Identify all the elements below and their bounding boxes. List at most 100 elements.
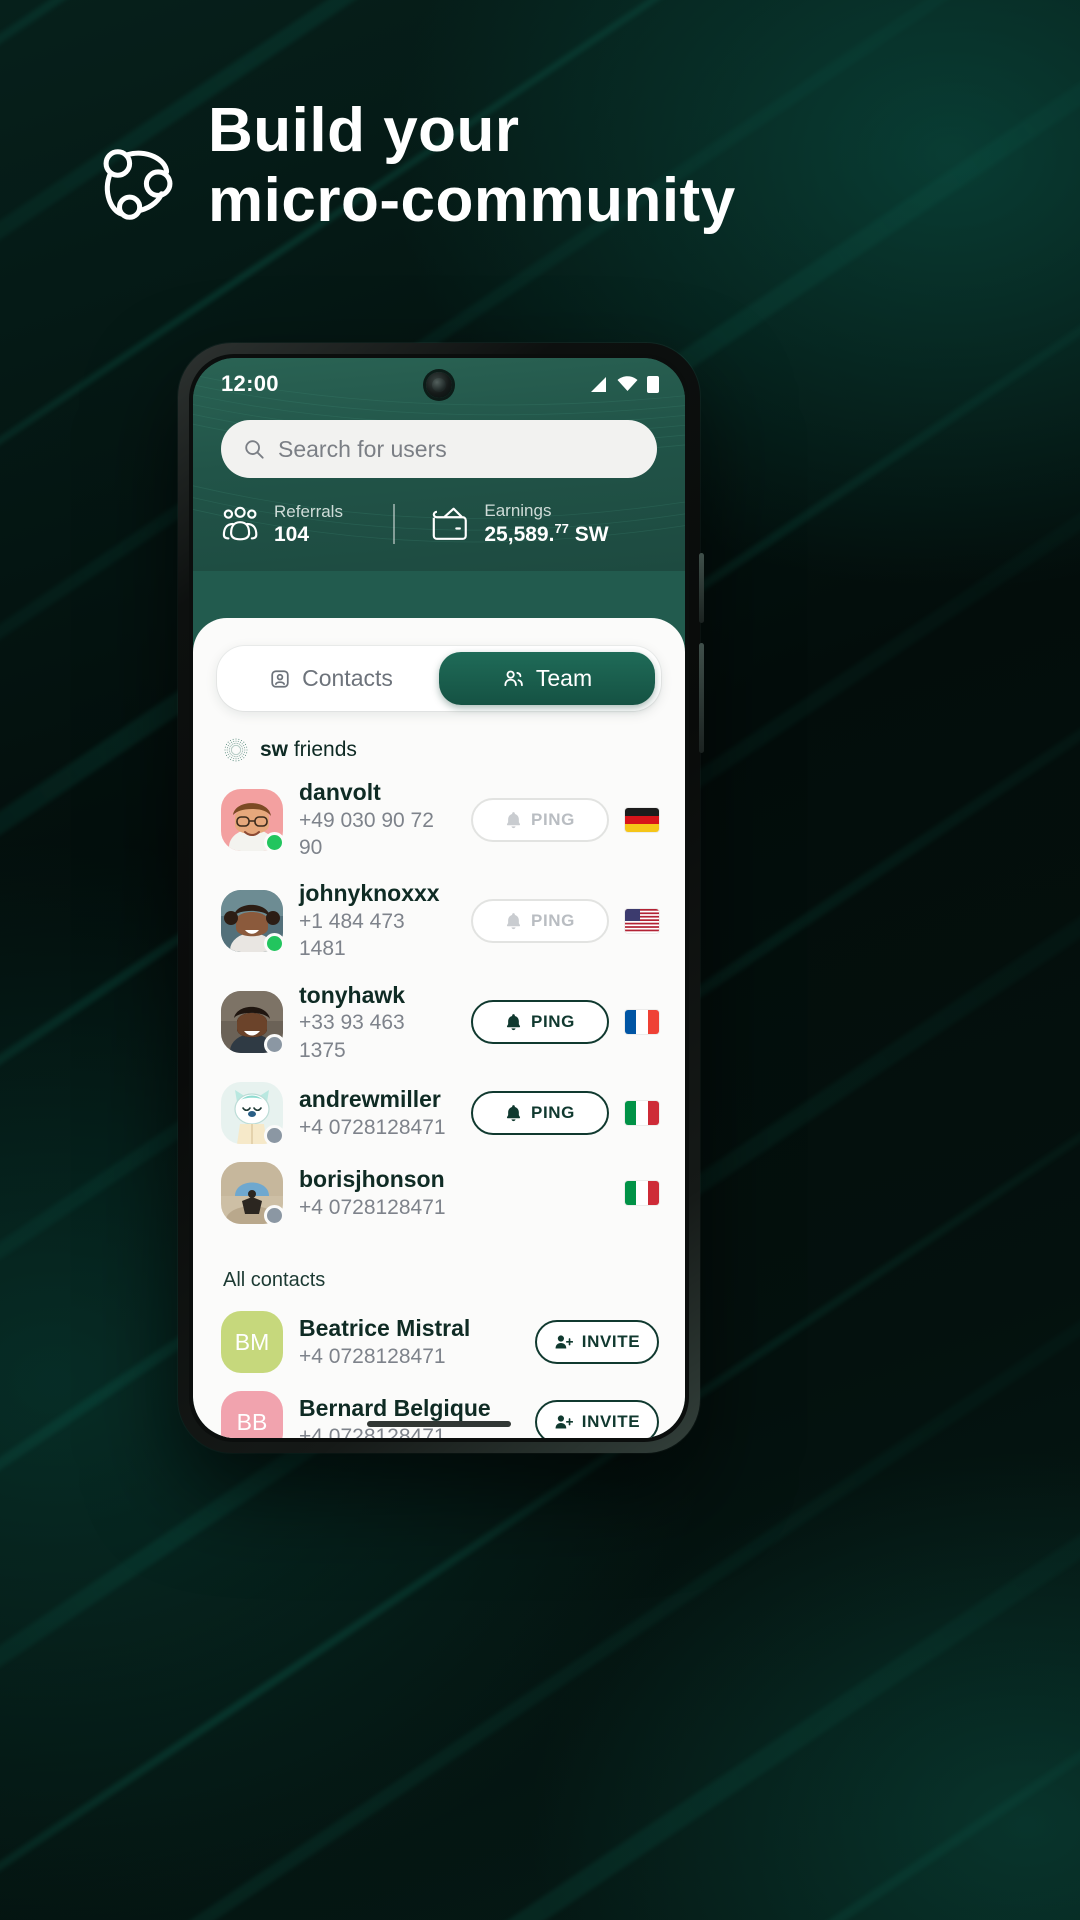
table-row[interactable]: andrewmiller +4 0728128471 PING (193, 1073, 685, 1153)
presence-dot-offline (264, 1205, 285, 1227)
friend-name: andrewmiller (299, 1086, 441, 1112)
ping-button-label: PING (531, 1012, 575, 1032)
community-network-icon (96, 140, 180, 224)
invite-button[interactable]: INVITE (535, 1320, 659, 1365)
stat-referrals-value: 104 (274, 522, 310, 546)
contact-info: Bernard Belgique +4 0728128471 (299, 1394, 519, 1438)
front-camera (426, 372, 452, 398)
flag-italy (625, 1181, 659, 1206)
content-sheet: Contacts Team sw friends danvolt +49 030… (193, 618, 685, 1438)
avatar (221, 991, 285, 1056)
friends-list: danvolt +49 030 90 72 90 PING johnyknoxx… (193, 769, 685, 1243)
wifi-icon (617, 376, 638, 391)
contacts-list: BM Beatrice Mistral +4 0728128471 INVITE… (193, 1302, 685, 1438)
ping-button-label: PING (531, 1103, 575, 1123)
stat-earnings[interactable]: Earnings 25,589.77 SW (429, 500, 609, 549)
table-row[interactable]: danvolt +49 030 90 72 90 PING (193, 769, 685, 870)
phone-power-button (699, 643, 704, 753)
search-icon (245, 440, 264, 459)
hero-section: Build your micro-community (0, 96, 1080, 236)
friend-phone: +33 93 463 1375 (299, 1011, 405, 1062)
hero-title-line2: micro-community (208, 166, 736, 236)
friend-info: danvolt +49 030 90 72 90 (299, 778, 455, 861)
bell-icon (506, 1105, 521, 1122)
ping-button[interactable]: PING (471, 797, 609, 842)
friends-section-header: sw friends (193, 711, 685, 769)
tab-team[interactable]: Team (439, 652, 655, 705)
stat-earnings-label: Earnings (484, 501, 552, 520)
referrals-group-icon (222, 506, 258, 541)
table-row[interactable]: borisjhonson +4 0728128471 (193, 1153, 685, 1233)
invite-button-label: INVITE (581, 1332, 641, 1352)
people-icon (504, 670, 523, 687)
presence-dot-online (264, 933, 285, 955)
avatar (221, 1082, 285, 1147)
all-contacts-label: All contacts (223, 1269, 326, 1292)
all-contacts-header: All contacts (193, 1243, 685, 1302)
presence-dot-online (264, 831, 285, 853)
bell-icon (506, 913, 521, 930)
ping-button[interactable]: PING (471, 1091, 609, 1136)
tab-contacts[interactable]: Contacts (223, 652, 439, 705)
ping-button-label: PING (531, 911, 575, 931)
stat-referrals-label: Referrals (274, 501, 343, 521)
bell-icon (506, 811, 521, 828)
friends-section-title-rest: friends (288, 738, 357, 761)
list-item[interactable]: BB Bernard Belgique +4 0728128471 INVITE (193, 1382, 685, 1438)
flag-usa (625, 909, 659, 934)
wallet-icon (433, 507, 468, 541)
avatar (221, 890, 285, 955)
battery-icon (647, 376, 659, 393)
stat-earnings-currency: SW (568, 523, 609, 547)
tab-team-label: Team (535, 665, 593, 691)
contact-name: Bernard Belgique (299, 1395, 491, 1421)
tab-contacts-label: Contacts (302, 665, 393, 691)
flag-france (625, 1010, 659, 1035)
stat-earnings-cents: 77 (554, 521, 569, 537)
friend-phone: +49 030 90 72 90 (299, 808, 434, 860)
friend-name: johnyknoxxx (299, 880, 440, 907)
hero-title: Build your micro-community (208, 96, 1080, 236)
search-section: Search for users (193, 410, 685, 478)
table-row[interactable]: tonyhawk +33 93 463 1375 PING (193, 972, 685, 1073)
contact-info: Beatrice Mistral +4 0728128471 (299, 1314, 519, 1370)
friend-info: johnyknoxxx +1 484 473 1481 (299, 879, 455, 962)
signal-icon (591, 376, 606, 392)
invite-button-label: INVITE (581, 1412, 641, 1432)
friend-name: danvolt (299, 779, 381, 805)
friends-section-title-bold: sw (260, 738, 289, 761)
ping-button[interactable]: PING (471, 899, 609, 944)
status-clock: 12:00 (221, 371, 279, 396)
avatar-initials: BB (221, 1391, 283, 1438)
friend-phone: +1 484 473 1481 (299, 910, 405, 961)
contact-card-icon (271, 669, 289, 688)
friend-info: borisjhonson +4 0728128471 (299, 1165, 609, 1221)
list-item[interactable]: BM Beatrice Mistral +4 0728128471 INVITE (193, 1302, 685, 1382)
flag-italy (625, 1101, 659, 1126)
stat-referrals[interactable]: Referrals 104 (221, 501, 343, 549)
invite-button[interactable]: INVITE (535, 1400, 659, 1438)
presence-dot-offline (264, 1125, 285, 1147)
sw-burst-icon (224, 738, 248, 762)
phone-screen: 12:00 Search for users Referrals 104 Ear… (193, 358, 685, 1438)
phone-volume-button (699, 553, 704, 623)
avatar-initials: BM (221, 1311, 283, 1374)
contact-name: Beatrice Mistral (299, 1315, 471, 1341)
avatar (221, 1162, 285, 1227)
ping-button-label: PING (531, 809, 575, 829)
stat-earnings-value: 25,589.77 SW (484, 521, 608, 548)
ping-button[interactable]: PING (471, 1000, 609, 1045)
table-row[interactable]: johnyknoxxx +1 484 473 1481 PING (193, 870, 685, 971)
home-indicator (367, 1421, 511, 1427)
status-bar: 12:00 (193, 358, 685, 410)
tab-bar: Contacts Team (217, 646, 661, 711)
friend-phone: +4 0728128471 (299, 1115, 446, 1139)
person-add-icon (555, 1335, 573, 1349)
friend-name: borisjhonson (299, 1166, 445, 1192)
friend-info: andrewmiller +4 0728128471 (299, 1085, 455, 1141)
hero-title-line1: Build your (208, 96, 520, 165)
phone-mockup: 12:00 Search for users Referrals 104 Ear… (178, 343, 704, 1453)
search-placeholder: Search for users (278, 435, 447, 462)
flag-germany (625, 807, 659, 832)
search-input[interactable]: Search for users (221, 420, 657, 478)
